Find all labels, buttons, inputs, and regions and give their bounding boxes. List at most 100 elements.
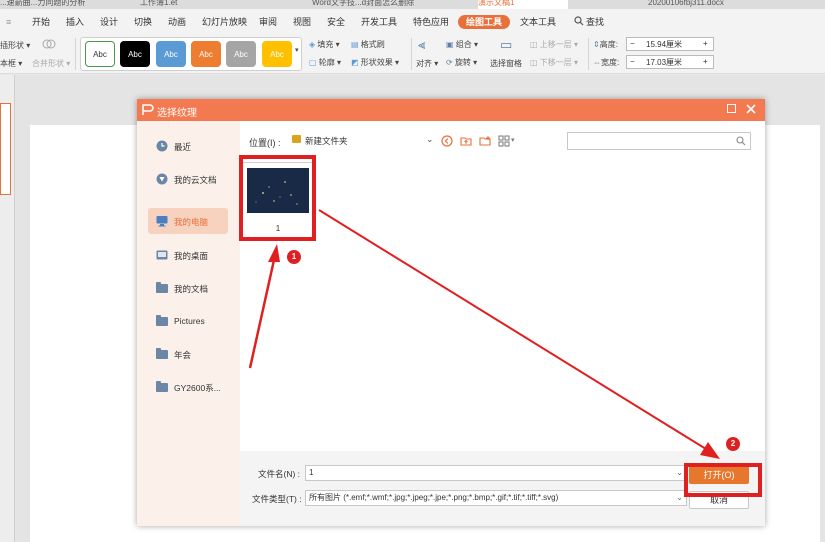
menu-item-insert[interactable]: 插入 xyxy=(66,15,84,29)
ribbon-divider xyxy=(411,38,412,70)
up-folder-icon[interactable] xyxy=(460,135,472,147)
shape-style-swatch[interactable]: Abc xyxy=(120,41,150,67)
menu-item-design[interactable]: 设计 xyxy=(100,15,118,29)
folder-icon xyxy=(156,315,168,326)
menu-item-features[interactable]: 特色应用 xyxy=(413,15,449,29)
back-icon[interactable] xyxy=(441,135,453,147)
filename-value: 1 xyxy=(309,468,314,477)
folder-icon xyxy=(156,348,168,359)
format-painter-button[interactable]: ▤ 格式刷 xyxy=(351,39,385,50)
filename-input[interactable]: 1 ⌄ xyxy=(305,465,687,481)
shape-style-swatch[interactable]: Abc xyxy=(262,41,292,67)
slide-thumbnail[interactable] xyxy=(0,103,11,195)
menu-item-slideshow[interactable]: 幻灯片放映 xyxy=(202,15,247,29)
fill-button[interactable]: ◈ 填充 ▾ xyxy=(309,39,340,50)
chevron-down-icon: ⌄ xyxy=(676,468,683,477)
close-icon[interactable] xyxy=(746,104,756,114)
select-texture-dialog: 选择纹理 最近 我的云文档 我的电脑 我的桌面 我的文档 Pictures 年会… xyxy=(137,99,765,526)
nav-item-label: Pictures xyxy=(174,316,205,326)
ribbon-toolbar: 插形状 ▾ 本框 ▾ 合并形状 ▾ Abc Abc Abc Abc Abc Ab… xyxy=(0,34,825,74)
gallery-scroll-icon[interactable]: ▾ xyxy=(295,46,299,54)
location-dropdown[interactable]: 新建文件夹 ⌄ xyxy=(292,133,434,148)
step-badge-2: 2 xyxy=(726,437,740,451)
menu-item-animation[interactable]: 动画 xyxy=(168,15,186,29)
location-label: 位置(I) : xyxy=(249,138,281,148)
folder-icon xyxy=(156,381,168,392)
menu-item-view[interactable]: 视图 xyxy=(293,15,311,29)
effect-icon: ◩ xyxy=(351,58,359,67)
selection-pane-button[interactable]: 选择窗格 xyxy=(490,58,522,69)
insert-shape-button[interactable]: 插形状 ▾ xyxy=(0,40,30,51)
slide-thumbnail-panel xyxy=(0,75,15,542)
highlight-box-file xyxy=(239,155,316,241)
height-input[interactable]: − 15.94厘米 + xyxy=(626,37,714,51)
height-decrement[interactable]: − xyxy=(630,39,635,48)
doc-tab[interactable]: ...速箭曲...力同题的分析 xyxy=(0,0,104,9)
shape-style-swatch[interactable]: Abc xyxy=(156,41,186,67)
menu-item-developer[interactable]: 开发工具 xyxy=(361,15,397,29)
doc-tab[interactable]: Word文字技...d封面怎么删除 xyxy=(312,0,447,9)
text-box-button[interactable]: 本框 ▾ xyxy=(0,58,22,69)
menu-item-transition[interactable]: 切换 xyxy=(134,15,152,29)
nav-item-my-computer[interactable]: 我的电脑 xyxy=(148,208,228,234)
nav-item-pictures[interactable]: Pictures xyxy=(148,308,228,334)
filetype-select[interactable]: 所有图片 (*.emf;*.wmf;*.jpg;*.jpeg;*.jpe;*.p… xyxy=(305,490,687,506)
shape-effect-button[interactable]: ◩ 形状效果 ▾ xyxy=(351,57,399,68)
shape-style-swatch[interactable]: Abc xyxy=(85,41,115,67)
nav-item-desktop[interactable]: 我的桌面 xyxy=(148,242,228,268)
outline-button[interactable]: ▢ 轮廓 ▾ xyxy=(309,57,341,68)
nav-item-cloud-docs[interactable]: 我的云文档 xyxy=(148,166,228,192)
width-input[interactable]: − 17.03厘米 + xyxy=(626,55,714,69)
desktop-icon xyxy=(156,250,168,260)
computer-icon xyxy=(156,216,168,227)
view-mode-chevron-icon[interactable]: ▾ xyxy=(511,136,515,144)
chevron-down-icon: ⌄ xyxy=(674,491,683,505)
clock-icon xyxy=(156,140,168,152)
view-mode-icon[interactable] xyxy=(498,135,510,147)
ribbon-divider xyxy=(75,38,76,70)
location-sidebar: 最近 我的云文档 我的电脑 我的桌面 我的文档 Pictures 年会 GY26… xyxy=(137,121,240,526)
menu-item-drawing-tools[interactable]: 绘图工具 xyxy=(458,15,511,29)
menu-item-start[interactable]: 开始 xyxy=(32,15,50,29)
menu-item-security[interactable]: 安全 xyxy=(327,15,345,29)
align-button[interactable]: 对齐 ▾ xyxy=(416,58,438,69)
filetype-label: 文件类型(T) : xyxy=(252,494,302,504)
chevron-down-icon: ⌄ xyxy=(426,134,434,144)
search-input[interactable] xyxy=(567,132,751,150)
nav-item-annual-meeting[interactable]: 年会 xyxy=(148,341,228,367)
doc-tab[interactable]: 20200106fbj311.docx xyxy=(648,0,788,9)
document-tab-strip: ...速箭曲...力同题的分析 工作簿1.et Word文字技...d封面怎么删… xyxy=(0,0,825,9)
doc-tab-active[interactable]: 演示文稿1 xyxy=(478,0,568,9)
height-increment[interactable]: + xyxy=(703,39,708,48)
nav-item-label: 我的桌面 xyxy=(174,251,209,261)
shape-style-swatch[interactable]: Abc xyxy=(191,41,221,67)
menu-item-text-tools[interactable]: 文本工具 xyxy=(520,15,556,29)
maximize-icon[interactable] xyxy=(727,104,736,113)
width-increment[interactable]: + xyxy=(703,57,708,66)
location-value: 新建文件夹 xyxy=(305,136,348,146)
doc-tab[interactable]: 工作簿1.et xyxy=(140,0,250,9)
app-logo-icon xyxy=(142,104,154,115)
menu-item-review[interactable]: 审阅 xyxy=(259,15,277,29)
width-icon: ⇔ xyxy=(593,58,601,67)
nav-item-gy2600[interactable]: GY2600系... xyxy=(148,374,228,400)
menu-collapse-icon[interactable]: ≡ xyxy=(6,15,11,29)
height-value: 15.94厘米 xyxy=(646,40,683,49)
nav-item-documents[interactable]: 我的文档 xyxy=(148,275,228,301)
send-backward-button[interactable]: ◫ 下移一层 ▾ xyxy=(530,57,578,68)
nav-item-recent[interactable]: 最近 xyxy=(148,133,228,159)
cloud-icon xyxy=(156,173,168,185)
align-icon: ⫷ xyxy=(418,37,426,52)
rotate-icon: ⟳ xyxy=(446,58,453,67)
rotate-button[interactable]: ⟳ 旋转 ▾ xyxy=(446,57,477,68)
group-button[interactable]: ▣ 组合 ▾ xyxy=(446,39,478,50)
dialog-title: 选择纹理 xyxy=(157,108,197,119)
width-decrement[interactable]: − xyxy=(630,57,635,66)
merge-shape-button[interactable]: 合并形状 ▾ xyxy=(32,58,70,69)
bring-forward-button[interactable]: ◫ 上移一层 ▾ xyxy=(530,39,578,50)
search-icon[interactable] xyxy=(574,15,584,29)
shape-style-swatch[interactable]: Abc xyxy=(226,41,256,67)
search-label[interactable]: 查找 xyxy=(586,15,604,29)
dialog-titlebar: 选择纹理 xyxy=(137,99,765,121)
new-folder-icon[interactable] xyxy=(479,135,491,147)
